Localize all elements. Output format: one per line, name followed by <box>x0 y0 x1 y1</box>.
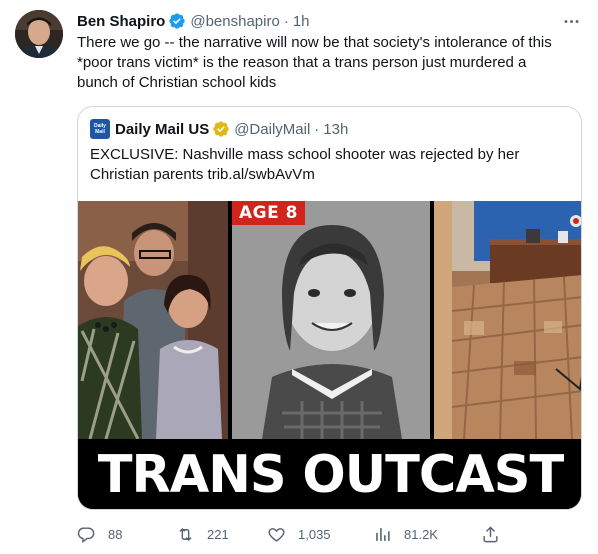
age-badge: AGE 8 <box>232 201 305 225</box>
tweet[interactable]: Ben Shapiro @benshapiro · 1h There we go… <box>0 0 598 554</box>
avatar[interactable] <box>15 10 63 58</box>
reply-count: 88 <box>108 526 123 542</box>
views-count: 81.2K <box>404 526 438 542</box>
tweet-text-line: bunch of Christian school kids <box>77 74 277 91</box>
quoted-text-line: EXCLUSIVE: Nashville mass school shooter… <box>90 146 520 163</box>
quoted-handle[interactable]: @DailyMail <box>234 121 310 138</box>
views-icon <box>376 527 390 541</box>
verified-badge-icon <box>168 12 186 30</box>
childhood-photo: AGE 8 <box>232 201 430 439</box>
tweet-header: Ben Shapiro @benshapiro · 1h <box>77 11 310 31</box>
views-button[interactable]: 81.2K <box>373 518 438 550</box>
timestamp[interactable]: 1h <box>293 13 310 30</box>
separator-dot: · <box>314 120 320 138</box>
handle[interactable]: @benshapiro <box>190 13 279 30</box>
quoted-tweet-text: EXCLUSIVE: Nashville mass school shooter… <box>90 145 570 185</box>
quoted-tweet-header: Daily Mail Daily Mail US @DailyMail · 13… <box>90 119 348 139</box>
share-icon <box>483 525 498 542</box>
quoted-media[interactable]: AGE 8 TRANS OUTCAST <box>78 201 581 509</box>
separator-dot: · <box>283 12 289 30</box>
retweet-button[interactable]: 221 <box>176 518 229 550</box>
like-count: 1,035 <box>298 526 331 542</box>
quoted-text-line: Christian parents trib.al/swbAvVm <box>90 166 315 183</box>
tweet-text-line: There we go -- the narrative will now be… <box>77 34 552 51</box>
hallway-photo <box>434 201 581 439</box>
heart-icon <box>268 527 285 542</box>
retweet-icon <box>179 527 192 541</box>
more-icon[interactable] <box>560 10 582 32</box>
quoted-display-name[interactable]: Daily Mail US <box>115 121 209 138</box>
quoted-timestamp: 13h <box>323 120 349 138</box>
verified-badge-icon <box>212 120 230 138</box>
tweet-text: There we go -- the narrative will now be… <box>77 33 582 93</box>
display-name[interactable]: Ben Shapiro <box>77 13 165 30</box>
quoted-tweet[interactable]: Daily Mail Daily Mail US @DailyMail · 13… <box>77 106 582 510</box>
reply-icon <box>77 526 95 543</box>
share-button[interactable] <box>481 518 512 550</box>
tweet-text-line: *poor trans victim* is the reason that a… <box>77 54 527 71</box>
retweet-count: 221 <box>207 526 229 542</box>
quoted-avatar[interactable]: Daily Mail <box>90 119 110 139</box>
reply-button[interactable]: 88 <box>77 518 122 550</box>
like-button[interactable]: 1,035 <box>267 518 331 550</box>
family-photo <box>78 201 228 439</box>
headline-text: TRANS OUTCAST <box>97 445 565 505</box>
headline-band: TRANS OUTCAST <box>78 439 581 509</box>
action-bar: 88 221 1,035 81.2K <box>77 518 582 550</box>
